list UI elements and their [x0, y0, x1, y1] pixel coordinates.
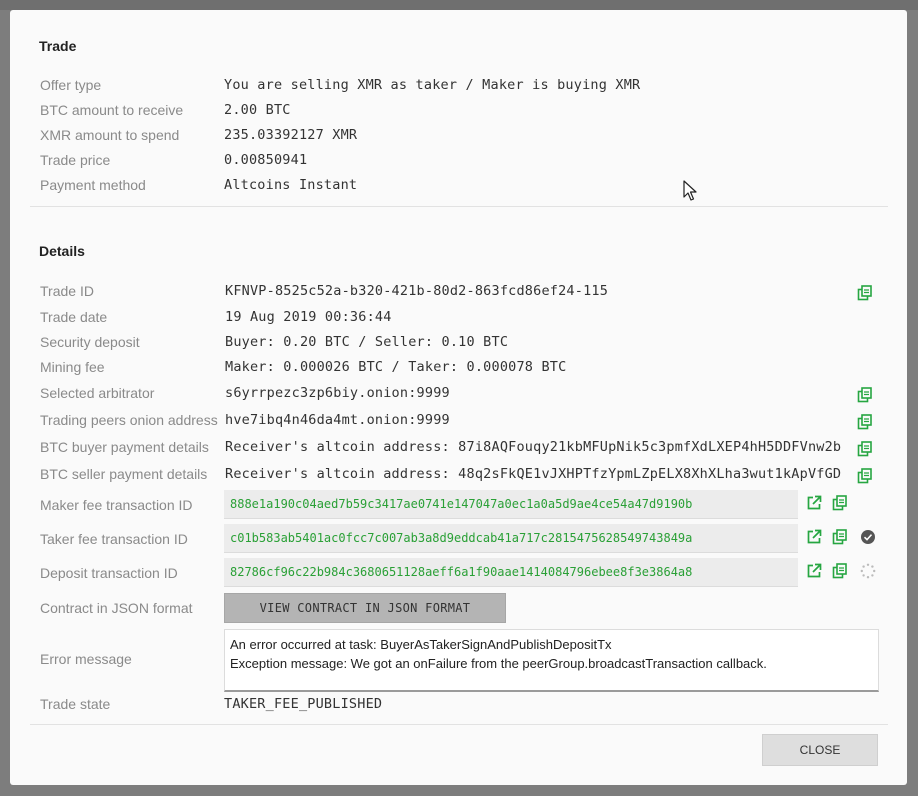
trade-date-label: Trade date: [40, 309, 108, 325]
spinner-icon: [860, 563, 876, 579]
offer-type-label: Offer type: [40, 77, 102, 93]
trade-state-label: Trade state: [40, 696, 111, 712]
background-window: [0, 0, 918, 10]
btc-amount-label: BTC amount to receive: [40, 102, 184, 118]
arbitrator-row: Selected arbitrator s6yrrpezc3zp6biy.oni…: [10, 382, 907, 404]
deposit-tx-label: Deposit transaction ID: [40, 565, 178, 581]
mining-fee-value: Maker: 0.000026 BTC / Taker: 0.000078 BT…: [225, 359, 567, 375]
copy-peer-onion-icon[interactable]: [857, 414, 873, 430]
maker-fee-tx-label: Maker fee transaction ID: [40, 497, 193, 513]
seller-payment-value[interactable]: Receiver's altcoin address: 48q2sFkQE1vJ…: [225, 466, 841, 482]
payment-method-label: Payment method: [40, 177, 146, 193]
deposit-tx-value[interactable]: 82786cf96c22b984c3680651128aeff6a1f90aae…: [230, 565, 692, 579]
mining-fee-label: Mining fee: [40, 359, 105, 375]
peer-onion-value[interactable]: hve7ibq4n46da4mt.onion:9999: [225, 412, 450, 428]
error-line-1: An error occurred at task: BuyerAsTakerS…: [230, 637, 612, 652]
close-button[interactable]: CLOSE: [762, 734, 878, 766]
seller-payment-label: BTC seller payment details: [40, 466, 208, 482]
taker-fee-tx-label: Taker fee transaction ID: [40, 531, 188, 547]
buyer-payment-label: BTC buyer payment details: [40, 439, 209, 455]
copy-buyer-payment-icon[interactable]: [857, 441, 873, 457]
payment-method-row: Payment method Altcoins Instant: [10, 174, 907, 196]
section-divider: [30, 206, 888, 207]
open-taker-fee-tx-icon[interactable]: [806, 529, 822, 545]
error-message-textarea[interactable]: An error occurred at task: BuyerAsTakerS…: [224, 629, 879, 692]
offer-type-value: You are selling XMR as taker / Maker is …: [224, 77, 641, 93]
taker-fee-tx-value[interactable]: c01b583ab5401ac0fcc7c007ab3a8d9eddcab41a…: [230, 531, 692, 545]
maker-fee-tx-value[interactable]: 888e1a190c04aed7b59c3417ae0741e147047a0e…: [230, 497, 692, 511]
copy-arbitrator-icon[interactable]: [857, 387, 873, 403]
trade-price-row: Trade price 0.00850941: [10, 149, 907, 171]
trade-price-value: 0.00850941: [224, 152, 308, 168]
mouse-cursor-icon: [683, 180, 697, 207]
deposit-tx-field[interactable]: 82786cf96c22b984c3680651128aeff6a1f90aae…: [224, 558, 798, 587]
seller-payment-row: BTC seller payment details Receiver's al…: [10, 463, 907, 485]
taker-fee-tx-field[interactable]: c01b583ab5401ac0fcc7c007ab3a8d9eddcab41a…: [224, 524, 798, 553]
error-label: Error message: [40, 651, 132, 667]
trade-state-value: TAKER_FEE_PUBLISHED: [224, 696, 383, 712]
btc-amount-value: 2.00 BTC: [224, 102, 291, 118]
trade-id-value[interactable]: KFNVP-8525c52a-b320-421b-80d2-863fcd86ef…: [225, 283, 608, 299]
arbitrator-label: Selected arbitrator: [40, 385, 155, 401]
security-deposit-row: Security deposit Buyer: 0.20 BTC / Selle…: [10, 331, 907, 353]
open-maker-fee-tx-icon[interactable]: [806, 495, 822, 511]
maker-fee-tx-field[interactable]: 888e1a190c04aed7b59c3417ae0741e147047a0e…: [224, 490, 798, 519]
trade-price-label: Trade price: [40, 152, 111, 168]
open-deposit-tx-icon[interactable]: [806, 563, 822, 579]
trade-id-label: Trade ID: [40, 283, 94, 299]
copy-trade-id-icon[interactable]: [857, 285, 873, 301]
peer-onion-label: Trading peers onion address: [40, 412, 218, 428]
offer-type-row: Offer type You are selling XMR as taker …: [10, 74, 907, 96]
view-contract-button[interactable]: VIEW CONTRACT IN JSON FORMAT: [224, 593, 506, 623]
confirmed-check-icon: [860, 529, 876, 545]
trade-date-value: 19 Aug 2019 00:36:44: [225, 309, 392, 325]
payment-method-value: Altcoins Instant: [224, 177, 358, 193]
security-deposit-value: Buyer: 0.20 BTC / Seller: 0.10 BTC: [225, 334, 509, 350]
details-section-title: Details: [39, 243, 85, 259]
trade-id-row: Trade ID KFNVP-8525c52a-b320-421b-80d2-8…: [10, 280, 907, 302]
trade-date-row: Trade date 19 Aug 2019 00:36:44: [10, 306, 907, 328]
xmr-amount-value: 235.03392127 XMR: [224, 127, 358, 143]
copy-maker-fee-tx-icon[interactable]: [832, 495, 848, 511]
contract-label: Contract in JSON format: [40, 600, 193, 616]
buyer-payment-value[interactable]: Receiver's altcoin address: 87i8AQFouqy2…: [225, 439, 841, 455]
btc-amount-row: BTC amount to receive 2.00 BTC: [10, 99, 907, 121]
peer-onion-row: Trading peers onion address hve7ibq4n46d…: [10, 409, 907, 431]
xmr-amount-row: XMR amount to spend 235.03392127 XMR: [10, 124, 907, 146]
arbitrator-value[interactable]: s6yrrpezc3zp6biy.onion:9999: [225, 385, 450, 401]
copy-deposit-tx-icon[interactable]: [832, 563, 848, 579]
security-deposit-label: Security deposit: [40, 334, 140, 350]
buyer-payment-row: BTC buyer payment details Receiver's alt…: [10, 436, 907, 458]
footer-divider: [30, 724, 888, 725]
copy-taker-fee-tx-icon[interactable]: [832, 529, 848, 545]
mining-fee-row: Mining fee Maker: 0.000026 BTC / Taker: …: [10, 356, 907, 378]
trade-section-title: Trade: [39, 38, 77, 54]
error-line-2: Exception message: We got an onFailure f…: [230, 656, 767, 671]
trade-state-row: Trade state TAKER_FEE_PUBLISHED: [10, 693, 907, 715]
xmr-amount-label: XMR amount to spend: [40, 127, 180, 143]
copy-seller-payment-icon[interactable]: [857, 468, 873, 484]
trade-details-dialog: Trade Offer type You are selling XMR as …: [10, 10, 907, 785]
